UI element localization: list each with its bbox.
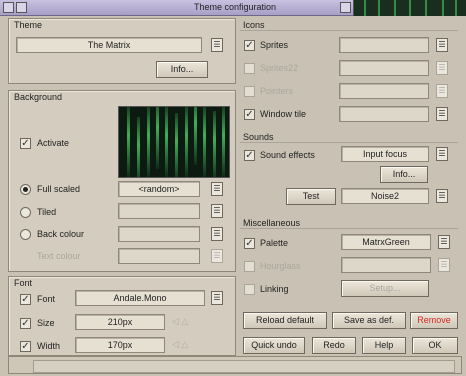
full-scaled-menu-icon[interactable]: ☰ bbox=[211, 182, 223, 196]
back-icon[interactable] bbox=[16, 2, 27, 13]
sound-effects-field[interactable]: Input focus bbox=[341, 146, 429, 162]
window-tile-menu-icon[interactable]: ☰ bbox=[436, 107, 448, 121]
pointers-field bbox=[339, 83, 429, 99]
test-sound-field[interactable]: Noise2 bbox=[341, 188, 429, 204]
font-name-field[interactable]: Andale.Mono bbox=[75, 290, 205, 306]
test-button[interactable]: Test bbox=[286, 188, 336, 205]
background-preview-image bbox=[118, 106, 230, 178]
bottom-status-bar bbox=[8, 356, 462, 374]
sound-effects-label: Sound effects bbox=[260, 150, 315, 160]
window-tile-label: Window tile bbox=[260, 109, 307, 119]
status-bar-inner bbox=[33, 360, 455, 373]
sounds-info-button[interactable]: Info... bbox=[380, 166, 428, 183]
sprites22-label: Sprites22 bbox=[260, 63, 299, 73]
theme-section-label: Theme bbox=[14, 20, 43, 30]
test-sound-menu-icon[interactable]: ☰ bbox=[436, 189, 448, 203]
hourglass-field bbox=[341, 257, 431, 273]
back-colour-radio[interactable] bbox=[20, 229, 31, 240]
width-stepper-arrows-icon[interactable]: ◁ △ bbox=[172, 339, 188, 350]
tiled-field[interactable] bbox=[118, 203, 200, 219]
font-menu-icon[interactable]: ☰ bbox=[211, 291, 223, 305]
window-tile-checkbox[interactable]: ✓ bbox=[244, 109, 255, 120]
pointers-checkbox bbox=[244, 86, 255, 97]
back-colour-field[interactable] bbox=[118, 226, 200, 242]
width-label: Width bbox=[37, 341, 61, 351]
sprites-label: Sprites bbox=[260, 40, 289, 50]
font-label: Font bbox=[37, 294, 56, 304]
sprites-checkbox[interactable]: ✓ bbox=[244, 40, 255, 51]
linking-checkbox[interactable] bbox=[244, 284, 255, 295]
help-button[interactable]: Help bbox=[362, 337, 406, 354]
sounds-separator bbox=[240, 142, 458, 143]
ok-button[interactable]: OK bbox=[412, 337, 458, 354]
hourglass-label: Hourglass bbox=[260, 261, 301, 271]
tiled-radio[interactable] bbox=[20, 207, 31, 218]
redo-button[interactable]: Redo bbox=[312, 337, 356, 354]
size-stepper-arrows-icon[interactable]: ◁ △ bbox=[172, 316, 188, 327]
width-checkbox[interactable]: ✓ bbox=[20, 341, 31, 352]
window-title: Theme configuration bbox=[193, 2, 277, 12]
tiled-menu-icon[interactable]: ☰ bbox=[211, 204, 223, 218]
text-colour-field bbox=[118, 248, 200, 264]
background-section-label: Background bbox=[14, 92, 63, 102]
sprites-menu-icon[interactable]: ☰ bbox=[436, 38, 448, 52]
text-colour-menu-icon: ☰ bbox=[211, 249, 223, 263]
back-colour-label: Back colour bbox=[37, 229, 85, 239]
size-label: Size bbox=[37, 318, 55, 328]
back-colour-menu-icon[interactable]: ☰ bbox=[211, 227, 223, 241]
background-window-strip bbox=[353, 0, 466, 16]
quick-undo-button[interactable]: Quick undo bbox=[243, 337, 305, 354]
activate-label: Activate bbox=[37, 138, 70, 148]
window-tile-field[interactable] bbox=[339, 106, 429, 122]
sounds-section-label: Sounds bbox=[243, 132, 274, 142]
full-scaled-field[interactable]: <random> bbox=[118, 181, 200, 197]
icons-section-label: Icons bbox=[243, 20, 265, 30]
size-field[interactable]: 210px bbox=[75, 314, 165, 330]
misc-section-label: Miscellaneous bbox=[243, 218, 301, 228]
linking-label: Linking bbox=[260, 284, 289, 294]
remove-button[interactable]: Remove bbox=[410, 312, 458, 329]
close-icon[interactable] bbox=[3, 2, 14, 13]
window-title-bar[interactable]: Theme configuration bbox=[0, 0, 466, 16]
theme-name-field[interactable]: The Matrix bbox=[16, 37, 202, 53]
pointers-menu-icon: ☰ bbox=[436, 84, 448, 98]
width-field[interactable]: 170px bbox=[75, 337, 165, 353]
sound-effects-checkbox[interactable]: ✓ bbox=[244, 150, 255, 161]
full-scaled-radio[interactable] bbox=[20, 184, 31, 195]
font-section-label: Font bbox=[14, 278, 33, 288]
sound-effects-menu-icon[interactable]: ☰ bbox=[436, 147, 448, 161]
icons-separator bbox=[240, 30, 458, 31]
palette-field[interactable]: MatrxGreen bbox=[341, 234, 431, 250]
tiled-label: Tiled bbox=[37, 207, 57, 217]
misc-separator bbox=[240, 228, 458, 229]
save-as-default-button[interactable]: Save as def. bbox=[332, 312, 406, 329]
text-colour-label: Text colour bbox=[37, 251, 81, 261]
hourglass-menu-icon: ☰ bbox=[438, 258, 450, 272]
theme-info-button[interactable]: Info... bbox=[156, 61, 208, 78]
font-checkbox[interactable]: ✓ bbox=[20, 294, 31, 305]
sprites22-field bbox=[339, 60, 429, 76]
size-checkbox[interactable]: ✓ bbox=[20, 318, 31, 329]
palette-menu-icon[interactable]: ☰ bbox=[438, 235, 450, 249]
setup-button: Setup... bbox=[341, 280, 429, 297]
palette-label: Palette bbox=[260, 238, 289, 248]
hourglass-checkbox bbox=[244, 261, 255, 272]
palette-checkbox[interactable]: ✓ bbox=[244, 238, 255, 249]
toggle-size-icon[interactable] bbox=[340, 2, 351, 13]
sprites-field[interactable] bbox=[339, 37, 429, 53]
activate-checkbox[interactable]: ✓ bbox=[20, 138, 31, 149]
pointers-label: Pointers bbox=[260, 86, 294, 96]
full-scaled-label: Full scaled bbox=[37, 184, 81, 194]
reload-default-button[interactable]: Reload default bbox=[243, 312, 327, 329]
theme-menu-icon[interactable]: ☰ bbox=[211, 38, 223, 52]
sprites22-checkbox bbox=[244, 63, 255, 74]
sprites22-menu-icon: ☰ bbox=[436, 61, 448, 75]
